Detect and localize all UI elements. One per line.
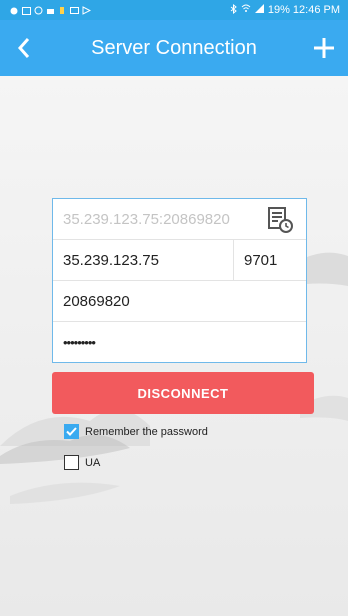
dot-icon bbox=[10, 6, 18, 15]
at-icon bbox=[34, 6, 43, 15]
password-input[interactable]: ••••••••• bbox=[53, 335, 96, 350]
status-right: 19% 12:46 PM bbox=[230, 3, 348, 17]
port-field[interactable]: 9701 bbox=[234, 240, 306, 280]
password-row: ••••••••• bbox=[53, 322, 306, 363]
bluetooth-icon bbox=[230, 3, 237, 17]
battery-icon bbox=[58, 6, 66, 14]
ip-field[interactable]: 35.239.123.75 bbox=[53, 240, 234, 280]
connection-form: 35.239.123.75:20869820 35.239.123.75 970… bbox=[52, 198, 307, 363]
status-left-icons bbox=[0, 6, 92, 15]
ua-checkbox[interactable]: UA bbox=[64, 455, 100, 470]
checkbox-unchecked-icon bbox=[64, 455, 79, 470]
play-icon bbox=[82, 6, 92, 15]
app-bar: Server Connection bbox=[0, 20, 348, 76]
history-icon[interactable] bbox=[266, 206, 294, 234]
remember-password-checkbox[interactable]: Remember the password bbox=[64, 424, 208, 439]
chevron-left-icon bbox=[17, 38, 30, 58]
add-button[interactable] bbox=[308, 32, 340, 64]
ua-label: UA bbox=[85, 456, 101, 469]
port-value: 9701 bbox=[244, 251, 278, 269]
ip-value: 35.239.123.75 bbox=[63, 251, 159, 269]
image-icon bbox=[70, 6, 79, 14]
page-title: Server Connection bbox=[91, 36, 257, 59]
plus-icon bbox=[314, 38, 334, 58]
wifi-icon bbox=[241, 4, 251, 16]
android-icon bbox=[46, 6, 54, 14]
host-port-row: 35.239.123.75 9701 bbox=[53, 240, 306, 281]
address-input[interactable]: 35.239.123.75:20869820 bbox=[53, 211, 230, 228]
remember-password-label: Remember the password bbox=[85, 425, 208, 438]
disconnect-button[interactable]: DISCONNECT bbox=[52, 372, 314, 414]
id-input[interactable]: 20869820 bbox=[53, 293, 130, 310]
status-text: 19% 12:46 PM bbox=[267, 4, 340, 16]
id-row: 20869820 bbox=[53, 281, 306, 322]
gallery-icon bbox=[22, 6, 31, 15]
address-row: 35.239.123.75:20869820 bbox=[53, 199, 306, 240]
checkbox-checked-icon bbox=[64, 424, 79, 439]
status-bar: 19% 12:46 PM bbox=[0, 0, 348, 20]
back-button[interactable] bbox=[8, 32, 40, 64]
signal-icon bbox=[254, 4, 264, 16]
